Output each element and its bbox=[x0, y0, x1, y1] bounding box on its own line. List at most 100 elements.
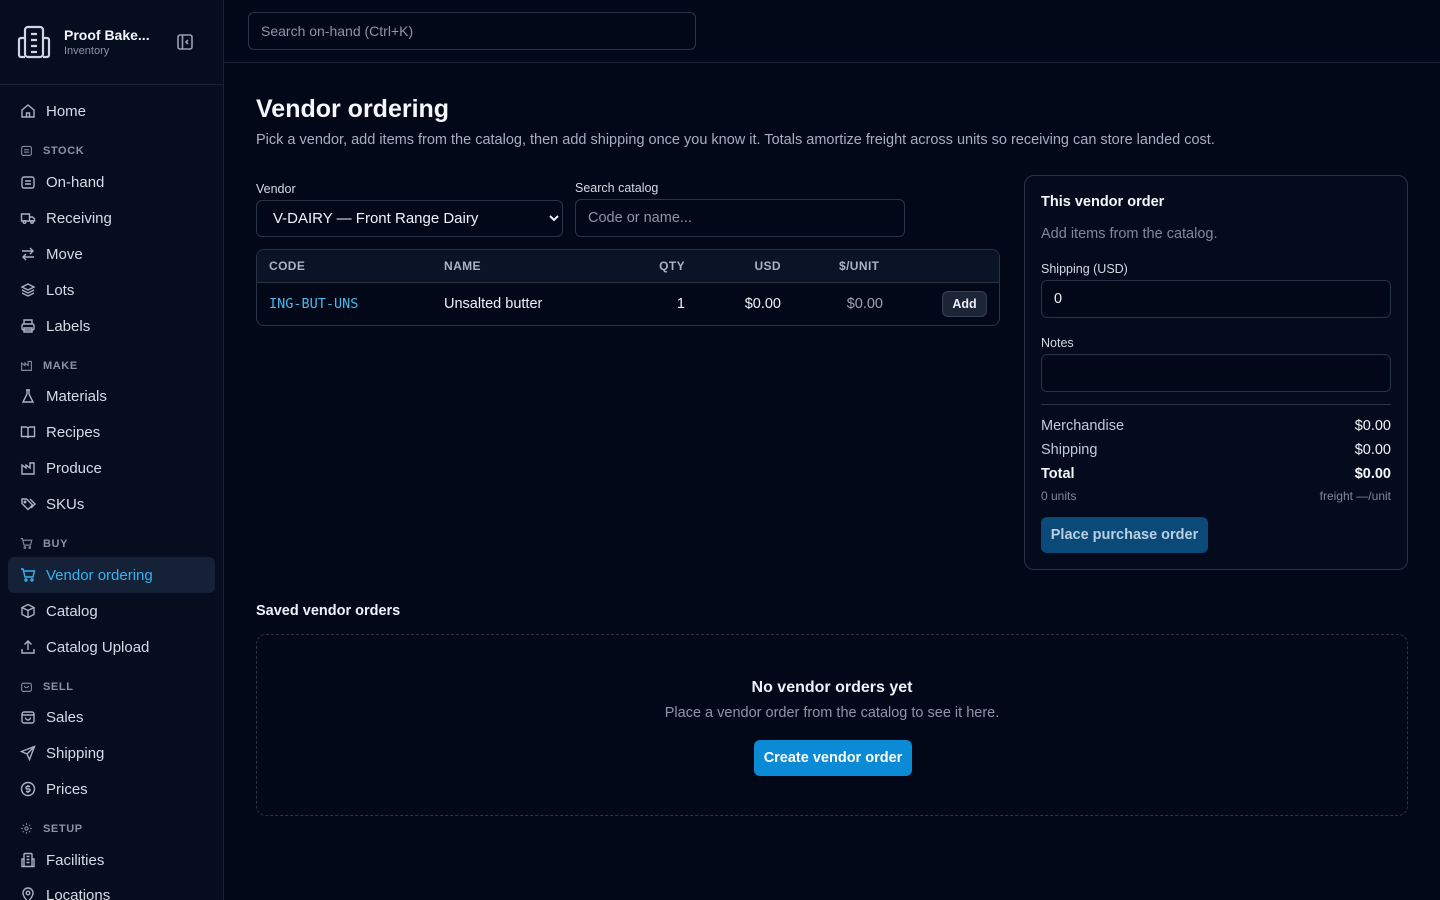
freight-per-unit: freight —/unit bbox=[1319, 489, 1391, 503]
item-code: ING-BUT-UNS bbox=[269, 296, 359, 312]
upload-icon bbox=[21, 640, 35, 654]
brand-name: Proof Bake... bbox=[64, 27, 150, 43]
package-icon bbox=[21, 603, 35, 619]
shipping-row: Shipping $0.00 bbox=[1041, 442, 1391, 458]
home-icon bbox=[21, 104, 35, 118]
column-header-code: CODE bbox=[269, 259, 306, 273]
sidebar-item-label: Sales bbox=[46, 708, 84, 726]
factory-icon bbox=[21, 462, 35, 475]
factory-icon bbox=[21, 360, 32, 371]
dollar-circle-icon bbox=[20, 781, 36, 797]
column-header-unit-price: $/UNIT bbox=[839, 259, 880, 273]
sidebar-item-vendor-ordering[interactable]: Vendor ordering bbox=[8, 557, 215, 593]
nav-section-buy: BUY bbox=[20, 537, 68, 550]
create-vendor-order-button[interactable]: Create vendor order bbox=[754, 740, 912, 776]
vendor-label: Vendor bbox=[256, 182, 296, 196]
sidebar-item-shipping[interactable]: Shipping bbox=[8, 735, 215, 771]
column-header-qty: QTY bbox=[659, 259, 685, 273]
book-open-icon bbox=[20, 426, 36, 439]
divider bbox=[1041, 404, 1391, 405]
column-header-name: NAME bbox=[444, 259, 481, 273]
top-bar bbox=[224, 0, 1440, 63]
empty-state-title: No vendor orders yet bbox=[751, 679, 913, 696]
map-pin-icon bbox=[22, 887, 34, 900]
sidebar-item-facilities[interactable]: Facilities bbox=[8, 842, 215, 878]
saved-orders-empty-state: No vendor orders yet Place a vendor orde… bbox=[256, 634, 1408, 816]
catalog-search-label: Search catalog bbox=[575, 181, 659, 195]
arrows-left-right-icon bbox=[22, 247, 34, 261]
vendor-order-card: This vendor order Add items from the cat… bbox=[1024, 175, 1408, 570]
order-card-title: This vendor order bbox=[1041, 194, 1165, 210]
shopping-bag-icon bbox=[21, 682, 32, 692]
warehouse-icon bbox=[21, 145, 32, 156]
sidebar-item-catalog-upload[interactable]: Catalog Upload bbox=[8, 629, 215, 665]
notes-label: Notes bbox=[1041, 336, 1074, 350]
global-search-input[interactable] bbox=[248, 12, 696, 50]
brand-subtitle: Inventory bbox=[64, 45, 110, 57]
empty-state-subtitle: Place a vendor order from the catalog to… bbox=[664, 705, 1000, 721]
column-header-usd: USD bbox=[754, 259, 781, 273]
printer-icon bbox=[21, 319, 35, 333]
sidebar-item-home[interactable]: Home bbox=[8, 93, 215, 129]
sidebar-item-materials[interactable]: Materials bbox=[8, 378, 215, 414]
sidebar-item-locations[interactable]: Locations bbox=[8, 877, 215, 900]
brand[interactable]: Proof Bake... Inventory bbox=[0, 0, 223, 85]
sidebar-item-sales[interactable]: Sales bbox=[8, 699, 215, 735]
sidebar-item-receiving[interactable]: Receiving bbox=[8, 200, 215, 236]
shipping-input[interactable] bbox=[1041, 280, 1391, 318]
cart-icon bbox=[20, 538, 33, 549]
item-usd: $0.00 bbox=[744, 296, 781, 312]
sidebar-item-prices[interactable]: Prices bbox=[8, 771, 215, 807]
sidebar-item-produce[interactable]: Produce bbox=[8, 450, 215, 486]
units-row: 0 units freight —/unit bbox=[1041, 489, 1391, 503]
sidebar-item-label: Locations bbox=[46, 886, 111, 900]
sidebar-item-skus[interactable]: SKUs bbox=[8, 486, 215, 522]
truck-icon bbox=[20, 213, 36, 224]
catalog-search-input[interactable] bbox=[575, 199, 905, 237]
sidebar-item-label: Produce bbox=[46, 459, 102, 477]
nav-section-setup: SETUP bbox=[20, 822, 83, 835]
nav-section-stock: STOCK bbox=[20, 144, 84, 157]
shipping-sum-value: $0.00 bbox=[1354, 442, 1391, 458]
sidebar-item-label: Facilities bbox=[46, 851, 105, 869]
sidebar-item-recipes[interactable]: Recipes bbox=[8, 414, 215, 450]
sidebar-item-label: Recipes bbox=[46, 423, 101, 441]
add-item-button[interactable]: Add bbox=[942, 291, 987, 317]
sidebar-item-label: Prices bbox=[46, 780, 88, 798]
sidebar-item-move[interactable]: Move bbox=[8, 236, 215, 272]
flask-icon bbox=[21, 389, 35, 403]
shipping-sum-label: Shipping bbox=[1041, 442, 1098, 458]
merchandise-value: $0.00 bbox=[1354, 418, 1391, 434]
send-icon bbox=[20, 745, 36, 761]
notes-input[interactable] bbox=[1041, 354, 1391, 392]
page-title: Vendor ordering bbox=[256, 95, 450, 123]
layers-icon bbox=[20, 283, 36, 297]
sidebar-item-labels[interactable]: Labels bbox=[8, 308, 215, 344]
saved-orders-title: Saved vendor orders bbox=[256, 603, 401, 619]
item-name: Unsalted butter bbox=[444, 296, 543, 312]
building-icon bbox=[21, 852, 35, 868]
place-purchase-order-button[interactable]: Place purchase order bbox=[1041, 517, 1208, 553]
item-unit-price: $0.00 bbox=[846, 296, 883, 312]
cart-icon bbox=[21, 568, 36, 582]
total-row: Total $0.00 bbox=[1041, 466, 1391, 482]
table-row: ING-BUT-UNS Unsalted butter 1 $0.00 $0.0… bbox=[257, 283, 999, 325]
total-label: Total bbox=[1041, 466, 1075, 482]
nav-section-make: MAKE bbox=[20, 359, 78, 372]
sidebar-item-label: Vendor ordering bbox=[46, 566, 153, 584]
sidebar-item-on-hand[interactable]: On-hand bbox=[8, 164, 215, 200]
sidebar-item-label: Move bbox=[46, 245, 83, 263]
table-header: CODE NAME QTY USD $/UNIT bbox=[257, 250, 999, 283]
warehouse-icon bbox=[21, 176, 35, 189]
sidebar-collapse-icon[interactable] bbox=[176, 33, 194, 51]
sidebar-item-label: Lots bbox=[46, 281, 75, 299]
sidebar-item-label: Shipping bbox=[46, 744, 105, 762]
vendor-select[interactable]: V-DAIRY — Front Range Dairy bbox=[256, 200, 563, 237]
order-empty-text: Add items from the catalog. bbox=[1041, 226, 1218, 242]
sidebar-item-label: Catalog bbox=[46, 602, 98, 620]
sidebar-item-lots[interactable]: Lots bbox=[8, 272, 215, 308]
sidebar-item-label: Materials bbox=[46, 387, 107, 405]
tags-icon bbox=[21, 498, 36, 511]
sidebar-item-catalog[interactable]: Catalog bbox=[8, 593, 215, 629]
shipping-label: Shipping (USD) bbox=[1041, 262, 1128, 276]
